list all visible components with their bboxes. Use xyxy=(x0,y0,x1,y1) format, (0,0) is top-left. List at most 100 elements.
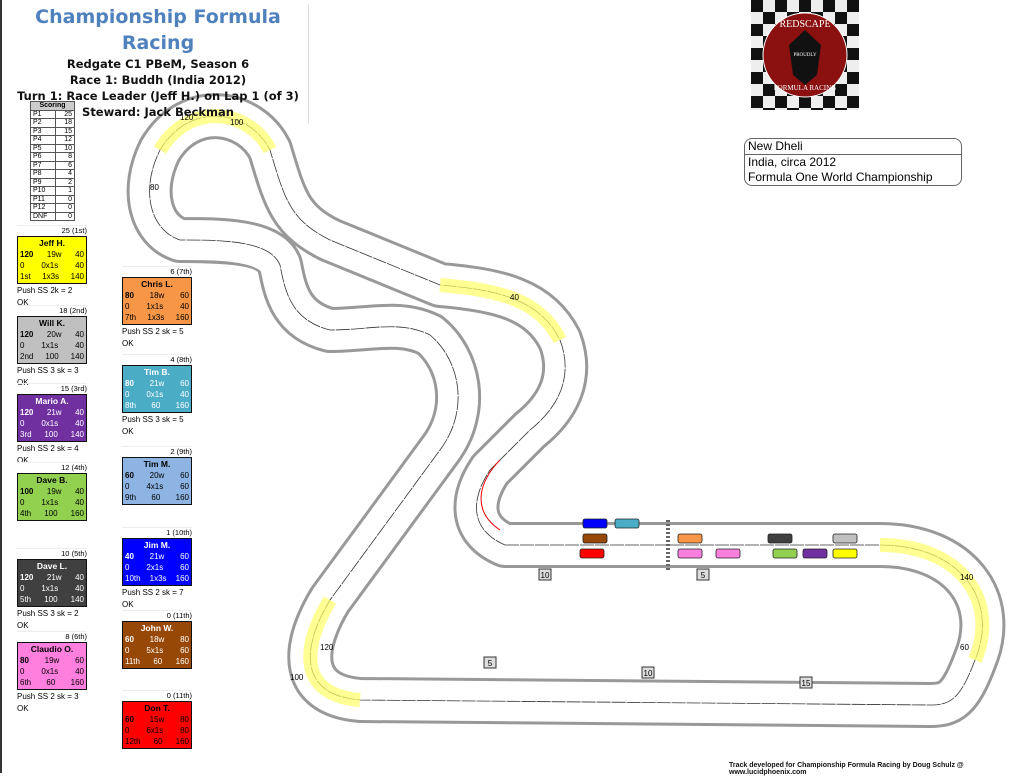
scoring-table: Scoring P1 25 P2 18 P3 15 P4 12 P5 10 P6 8 P7 6 P8 4 P9 2… xyxy=(30,101,75,221)
distance-marker-label: 10 xyxy=(541,571,550,580)
race-car xyxy=(579,548,605,559)
driver-stat: 2x1s xyxy=(146,563,164,572)
distance-marker: 5 xyxy=(483,656,497,669)
driver-name: Will K. xyxy=(39,318,65,328)
driver-stat-row: 3rd 100 140 xyxy=(20,429,84,440)
driver-push: Push SS 3 sk = 5 xyxy=(122,415,184,424)
corner-speed-label: 60 xyxy=(960,643,969,652)
scoring-position: P6 xyxy=(30,152,56,162)
race-car xyxy=(614,518,640,529)
driver-stat: 0x1s xyxy=(41,419,59,428)
driver-stat-row: 40 21w 60 xyxy=(125,551,189,562)
scoring-position: P12 xyxy=(30,203,56,213)
driver-points: 8 (6th) xyxy=(17,631,87,642)
driver-stat: 80 xyxy=(125,379,134,388)
driver-name: John W. xyxy=(140,623,174,633)
scoring-row: P4 12 xyxy=(30,135,75,145)
driver-stat: 60 xyxy=(180,552,189,561)
driver-points: 0 (11th) xyxy=(122,610,192,621)
driver-name: Dave L. xyxy=(36,561,68,571)
corner-speed-label: 100 xyxy=(290,673,304,682)
scoring-position: P3 xyxy=(30,126,56,136)
driver-stat: 140 xyxy=(70,272,84,281)
driver-stat: 21w xyxy=(149,552,165,561)
driver-stats-box: Jim M. 40 21w 60 0 2x1s 60 10th 1x3s 160 xyxy=(122,538,192,586)
driver-push: Push SS 2 sk = 3 xyxy=(17,692,79,701)
driver-stat: 160 xyxy=(70,678,84,687)
scoring-points: 2 xyxy=(55,177,75,187)
driver-stat: 60 xyxy=(180,379,189,388)
scoring-row: P9 2 xyxy=(30,177,75,187)
driver-stat: 60 xyxy=(125,471,134,480)
driver-stat-row: 60 18w 80 xyxy=(125,634,189,645)
driver-points: 25 (1st) xyxy=(17,225,87,236)
scoring-points: 12 xyxy=(55,135,75,145)
distance-marker: 10 xyxy=(538,568,552,581)
driver-stat: 100 xyxy=(44,595,58,604)
driver-stat-row: 120 21w 40 xyxy=(20,407,84,418)
driver-stat: 7th xyxy=(125,313,137,322)
driver-stat-row: 60 15w 80 xyxy=(125,714,189,725)
track-series: Formula One World Championship xyxy=(748,170,933,184)
race-car xyxy=(832,548,858,559)
driver-stat: 60 xyxy=(180,482,189,491)
driver-stat: 21w xyxy=(149,379,165,388)
driver-stat: 1x1s xyxy=(41,341,59,350)
driver-name: Dave B. xyxy=(36,475,68,485)
driver-stat: 40 xyxy=(180,302,189,311)
scoring-position: P11 xyxy=(30,194,56,204)
driver-card: 6 (7th) Chris L. 80 18w 60 0 1x1s 40 7th 1x3s 160 P… xyxy=(122,266,192,349)
driver-status: OK xyxy=(17,621,29,630)
track-credit: Track developed for Championship Formula… xyxy=(729,762,964,776)
driver-stat-row: 0 1x1s 40 xyxy=(125,301,189,312)
scoring-row: P10 1 xyxy=(30,186,75,196)
driver-stat: 60 xyxy=(125,715,134,724)
driver-stats-box: Claudio O. 80 19w 60 0 0x1s 40 6th 60 160 xyxy=(17,642,87,690)
driver-points: 12 (4th) xyxy=(17,462,87,473)
driver-stat: 0 xyxy=(125,302,130,311)
driver-stat: 40 xyxy=(75,487,84,496)
driver-stat: 40 xyxy=(75,261,84,270)
driver-stat: 60 xyxy=(153,657,163,666)
scoring-row: P2 18 xyxy=(30,118,75,128)
driver-stat: 60 xyxy=(151,401,161,410)
driver-stat: 0 xyxy=(20,498,25,507)
driver-stats-box: Tim M. 60 20w 60 0 4x1s 60 9th 60 160 xyxy=(122,457,192,505)
scoring-row: P8 4 xyxy=(30,169,75,179)
scoring-points: 10 xyxy=(55,143,75,153)
scoring-position: P4 xyxy=(30,135,56,145)
driver-stat: 0x1s xyxy=(146,390,164,399)
distance-marker-label: 10 xyxy=(644,669,653,678)
driver-stat: 12th xyxy=(125,737,141,746)
scoring-row: P1 25 xyxy=(30,109,75,119)
driver-name: Mario A. xyxy=(35,396,69,406)
scoring-points: 18 xyxy=(55,118,75,128)
driver-stat-row: 0 6x1s 80 xyxy=(125,725,189,736)
driver-stats-box: Dave L. 120 21w 40 0 1x1s 40 5th 100 140 xyxy=(17,559,87,607)
driver-stat: 160 xyxy=(70,509,84,518)
driver-stat-row: 120 21w 40 xyxy=(20,572,84,583)
driver-stat: 120 xyxy=(20,250,34,259)
driver-stat: 100 xyxy=(45,352,59,361)
driver-name: Jeff H. xyxy=(39,238,65,248)
svg-text:PROUDLY: PROUDLY xyxy=(793,53,817,58)
driver-points: 4 (8th) xyxy=(122,354,192,365)
driver-stat: 21w xyxy=(46,573,62,582)
driver-stat-row: 80 21w 60 xyxy=(125,378,189,389)
driver-stat: 60 xyxy=(46,678,56,687)
scoring-position: DNF xyxy=(30,211,56,221)
driver-stat: 80 xyxy=(180,715,189,724)
driver-stat: 80 xyxy=(20,656,29,665)
driver-stat: 60 xyxy=(125,635,134,644)
driver-stat-row: 0 2x1s 60 xyxy=(125,562,189,573)
race-car xyxy=(715,548,741,559)
scoring-points: 0 xyxy=(55,194,75,204)
driver-stat: 9th xyxy=(125,493,137,502)
driver-stat-row: 0 5x1s 60 xyxy=(125,645,189,656)
scoring-position: P9 xyxy=(30,177,56,187)
driver-stat-row: 11th 60 160 xyxy=(125,656,189,667)
driver-stat: 8th xyxy=(125,401,137,410)
driver-stat: 1x1s xyxy=(41,584,59,593)
driver-stat: 2nd xyxy=(20,352,34,361)
driver-stat-row: 100 19w 40 xyxy=(20,486,84,497)
